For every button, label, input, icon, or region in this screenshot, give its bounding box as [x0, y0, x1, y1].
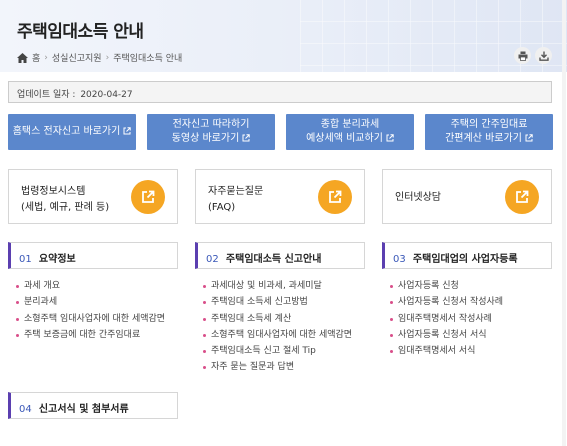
external-link-icon	[142, 190, 155, 203]
section-header-business-registration[interactable]: 03 주택임대업의 사업자등록	[382, 242, 552, 269]
list-item[interactable]: 임대주택명세서 작성사례	[388, 311, 503, 327]
list-item[interactable]: 사업자등록 신청	[388, 278, 503, 294]
section-number: 02	[206, 254, 219, 265]
section-header-forms[interactable]: 04 신고서식 및 첨부서류	[8, 392, 178, 419]
section-number: 01	[19, 254, 32, 265]
section-number: 03	[393, 254, 406, 265]
list-item[interactable]: 과세 개요	[14, 278, 165, 294]
section-title: 요약정보	[38, 254, 76, 265]
deemed-rent-calc-button[interactable]: 주택의 간주임대료 간편계산 바로가기	[425, 114, 553, 150]
list-item[interactable]: 주택임대소득 신고 절세 Tip	[201, 343, 352, 359]
page-title: 주택임대소득 안내	[17, 22, 144, 42]
breadcrumb-home[interactable]: 홈	[32, 51, 40, 64]
tax-comparison-button[interactable]: 종합 분리과세 예상세액 비교하기	[286, 114, 414, 150]
button-label-line1: 주택의 간주임대료	[450, 119, 528, 130]
card-label: 자주묻는질문 (FAQ)	[208, 186, 264, 213]
section-number: 04	[19, 404, 32, 415]
update-date-box: 업데이트 일자 : 2020-04-27	[8, 81, 552, 103]
section-title: 주택임대소득 신고안내	[225, 254, 322, 265]
list-item[interactable]: 소형주택 임대사업자에 대한 세액감면	[201, 327, 352, 343]
filing-guide-list: 과세대상 및 비과세, 과세미달 주택임대 소득세 신고방법 주택임대 소득세 …	[201, 278, 352, 376]
list-item[interactable]: 분리과세	[14, 294, 165, 310]
list-item[interactable]: 주택임대 소득세 신고방법	[201, 294, 352, 310]
breadcrumb-level2[interactable]: 주택임대소득 안내	[113, 51, 182, 64]
card-label: 인터넷상담	[395, 192, 441, 203]
button-label: 홈택스 전자신고 바로가기	[13, 125, 132, 139]
internet-consult-card[interactable]: 인터넷상담	[382, 169, 552, 224]
printer-icon	[518, 51, 527, 61]
efiling-video-button[interactable]: 전자신고 따라하기 동영상 바로가기	[147, 114, 275, 150]
external-link-icon	[329, 190, 342, 203]
summary-list: 과세 개요 분리과세 소형주택 임대사업자에 대한 세액감면 주택 보증금에 대…	[14, 278, 165, 343]
download-icon	[538, 51, 549, 61]
external-link-circle	[318, 180, 352, 214]
law-info-card[interactable]: 법령정보시스템 (세법, 예규, 판례 등)	[8, 169, 178, 224]
update-date: 2020-04-27	[80, 90, 133, 100]
external-link-icon	[386, 134, 394, 142]
list-item[interactable]: 과세대상 및 비과세, 과세미달	[201, 278, 352, 294]
external-link-icon	[525, 134, 533, 142]
list-item[interactable]: 주택 보증금에 대한 간주임대료	[14, 327, 165, 343]
business-registration-list: 사업자등록 신청 사업자등록 신청서 작성사례 임대주택명세서 작성사례 사업자…	[388, 278, 503, 359]
button-label-line2: 예상세액 비교하기	[306, 132, 394, 146]
home-icon[interactable]	[17, 52, 28, 63]
list-item[interactable]: 주택임대 소득세 계산	[201, 311, 352, 327]
breadcrumb-level1[interactable]: 성실신고지원	[52, 51, 102, 64]
card-label: 법령정보시스템 (세법, 예규, 판례 등)	[21, 186, 110, 213]
breadcrumb-separator: ›	[44, 52, 48, 63]
list-item[interactable]: 소형주택 임대사업자에 대한 세액감면	[14, 311, 165, 327]
list-item[interactable]: 사업자등록 신청서 서식	[388, 327, 503, 343]
breadcrumb: 홈 › 성실신고지원 › 주택임대소득 안내	[17, 51, 182, 64]
list-item[interactable]: 자주 묻는 질문과 답변	[201, 359, 352, 375]
section-header-filing-guide[interactable]: 02 주택임대소득 신고안내	[195, 242, 365, 269]
section-title: 신고서식 및 첨부서류	[38, 404, 129, 415]
button-label-line1: 전자신고 따라하기	[172, 119, 250, 130]
print-button[interactable]	[514, 47, 531, 64]
update-label: 업데이트 일자 :	[17, 90, 76, 100]
download-button[interactable]	[535, 47, 552, 64]
breadcrumb-separator: ›	[105, 52, 110, 63]
external-link-icon	[123, 127, 131, 135]
list-item[interactable]: 임대주택명세서 서식	[388, 343, 503, 359]
button-label-line2: 간편계산 바로가기	[445, 132, 533, 146]
external-link-icon	[516, 190, 529, 203]
external-link-circle	[131, 180, 165, 214]
vertical-scrollbar[interactable]	[562, 0, 566, 446]
list-item[interactable]: 사업자등록 신청서 작성사례	[388, 294, 503, 310]
section-title: 주택임대업의 사업자등록	[412, 254, 518, 265]
hometax-efiling-button[interactable]: 홈택스 전자신고 바로가기	[8, 114, 136, 150]
section-header-summary[interactable]: 01 요약정보	[8, 242, 178, 269]
faq-card[interactable]: 자주묻는질문 (FAQ)	[195, 169, 365, 224]
external-link-circle	[505, 180, 539, 214]
button-label-line1: 종합 분리과세	[320, 119, 380, 130]
external-link-icon	[242, 134, 250, 142]
button-label-line2: 동영상 바로가기	[172, 132, 251, 146]
